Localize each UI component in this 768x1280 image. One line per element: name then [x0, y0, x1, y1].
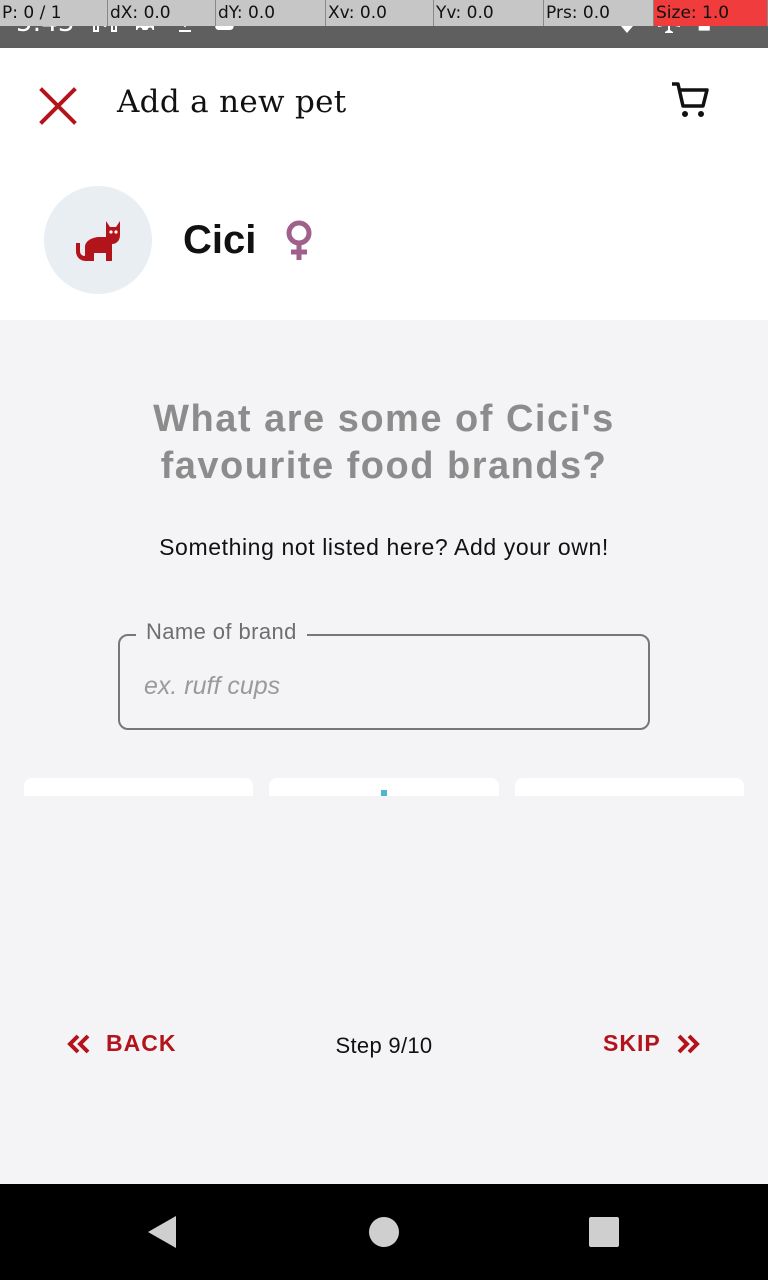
- overlay-yv: Yv: 0.0: [434, 0, 544, 26]
- close-icon: [39, 87, 77, 125]
- brand-card[interactable]: [24, 778, 253, 796]
- overlay-dy: dY: 0.0: [216, 0, 326, 26]
- overlay-dx: dX: 0.0: [108, 0, 216, 26]
- skip-label: SKIP: [603, 1030, 661, 1056]
- overlay-size: Size: 1.0: [654, 0, 768, 26]
- add-own-hint: Something not listed here? Add your own!: [159, 534, 609, 560]
- question-heading: What are some of Cici's favourite food b…: [153, 398, 615, 487]
- pointer-location-overlay: P: 0 / 1 dX: 0.0 dY: 0.0 Xv: 0.0 Yv: 0.0…: [0, 0, 768, 26]
- cat-icon: [76, 221, 120, 261]
- female-icon: [286, 220, 312, 260]
- brand-name-field[interactable]: Name of brand: [118, 619, 650, 730]
- overlay-xv: Xv: 0.0: [326, 0, 434, 26]
- double-chevron-right-icon: [677, 1034, 700, 1053]
- overlay-prs: Prs: 0.0: [544, 0, 654, 26]
- pet-name: Cici: [183, 218, 257, 262]
- cart-button[interactable]: [668, 78, 712, 122]
- system-navigation-bar: [0, 1184, 768, 1280]
- pet-header: Cici: [0, 160, 768, 320]
- skip-button[interactable]: SKIP: [603, 1030, 701, 1057]
- home-nav-icon[interactable]: [364, 1212, 404, 1252]
- brand-card[interactable]: [515, 778, 744, 796]
- brand-name-label: Name of brand: [136, 619, 307, 645]
- page-title: Add a new pet: [117, 84, 347, 120]
- app-bar: Add a new pet: [0, 48, 768, 160]
- cart-icon: [672, 82, 709, 117]
- status-bar: 5:43 P: 0 / 1 dX: 0.0 dY: 0.0 Xv: 0.0 Yv…: [0, 0, 768, 48]
- close-button[interactable]: [36, 84, 80, 128]
- overlay-p: P: 0 / 1: [0, 0, 108, 26]
- recents-nav-icon[interactable]: [584, 1212, 624, 1252]
- loading-indicator: [381, 790, 387, 796]
- brand-name-input[interactable]: [144, 666, 624, 706]
- pet-avatar: [44, 186, 152, 294]
- back-nav-icon[interactable]: [144, 1212, 184, 1252]
